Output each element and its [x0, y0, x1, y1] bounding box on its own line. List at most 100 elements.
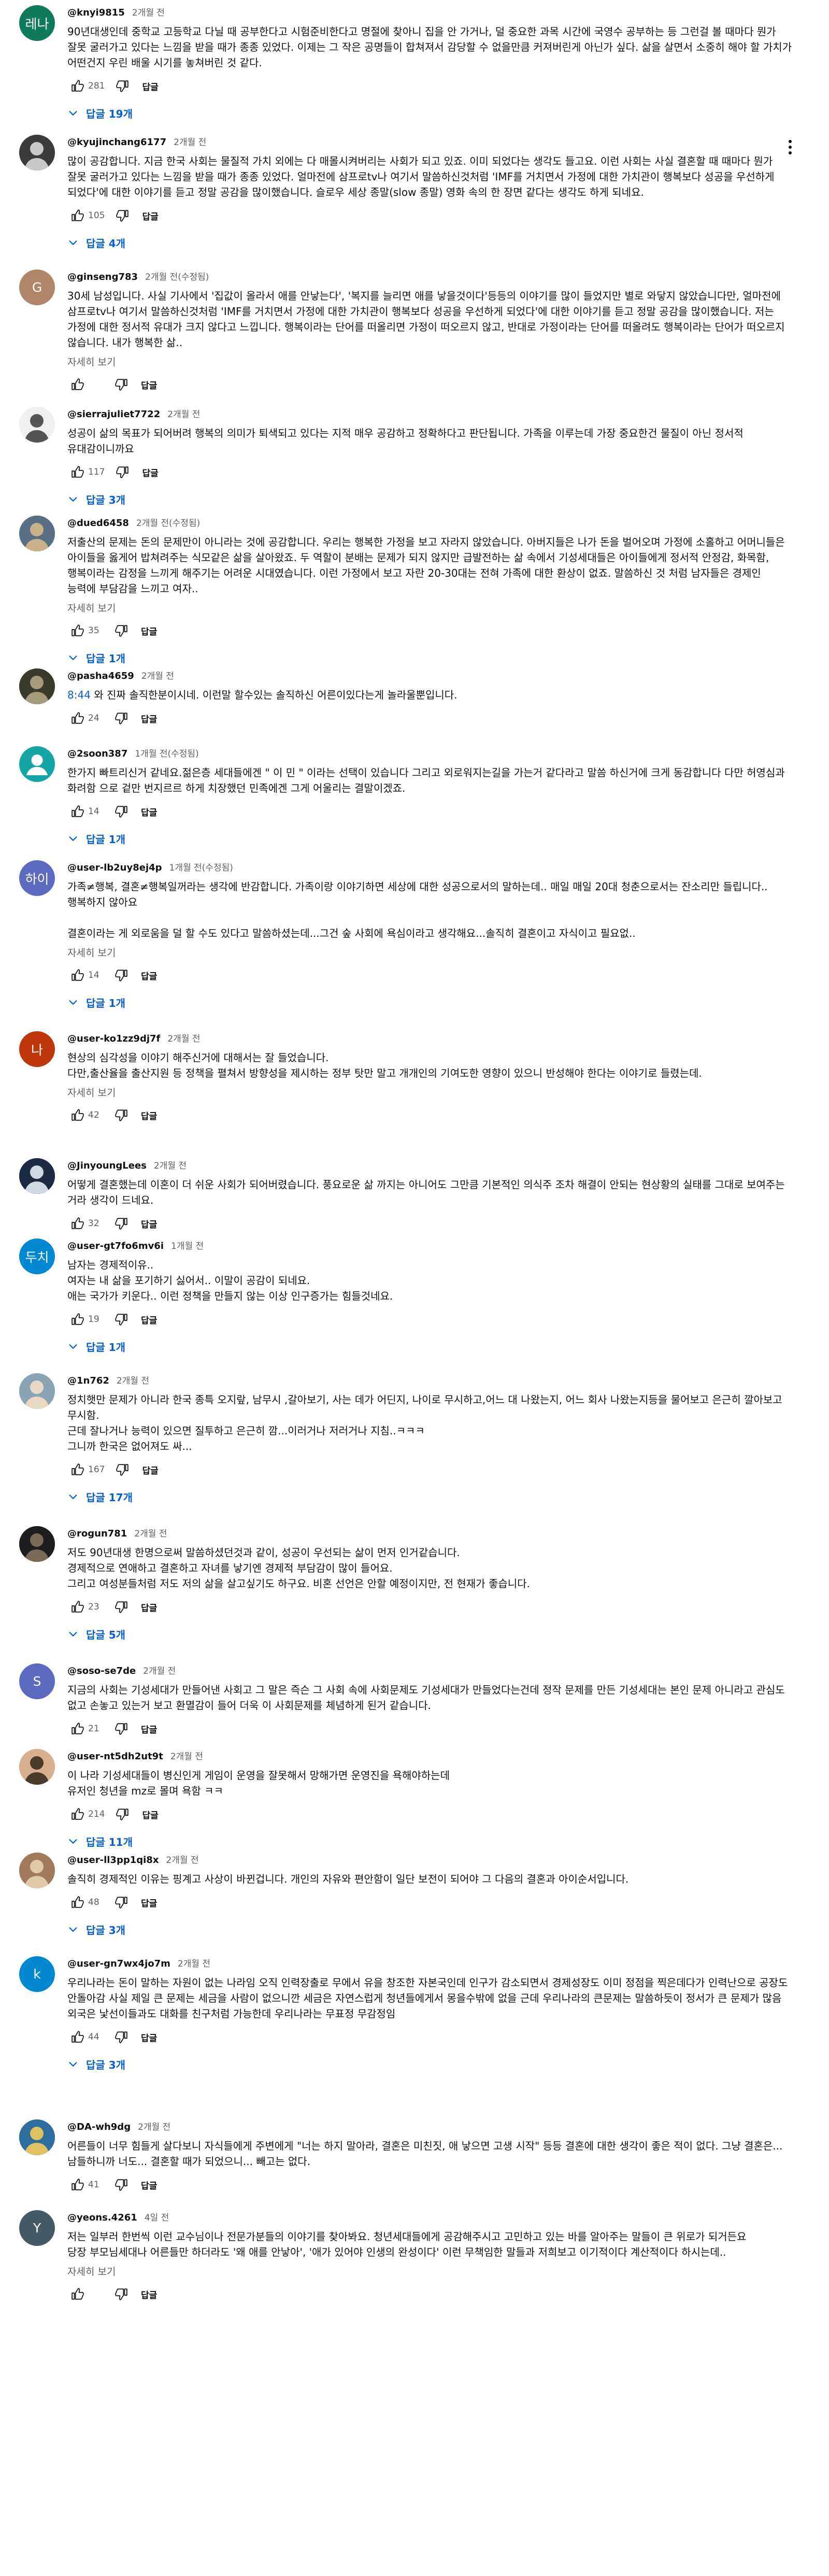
- view-replies-button[interactable]: 답글 3개: [63, 2054, 793, 2074]
- read-more-link[interactable]: 자세히 보기: [67, 2264, 793, 2279]
- view-replies-button[interactable]: 답글 1개: [63, 647, 793, 668]
- avatar[interactable]: [19, 1749, 55, 1785]
- reply-button[interactable]: 답글: [141, 378, 157, 391]
- like-button[interactable]: [67, 1459, 88, 1480]
- reply-button[interactable]: 답글: [141, 805, 157, 818]
- view-replies-button[interactable]: 답글 3개: [63, 1919, 793, 1940]
- author-handle[interactable]: @user-gn7wx4jo7m: [67, 1958, 170, 1969]
- reply-button[interactable]: 답글: [141, 969, 157, 982]
- view-replies-button[interactable]: 답글 17개: [63, 1486, 793, 1507]
- author-handle[interactable]: @pasha4659: [67, 671, 134, 681]
- like-button[interactable]: [67, 1309, 88, 1330]
- author-handle[interactable]: @user-ko1zz9dj7f: [67, 1033, 160, 1044]
- comment-time[interactable]: 2개월 전: [117, 1373, 149, 1386]
- like-button[interactable]: [67, 1105, 88, 1126]
- avatar[interactable]: 나: [19, 1031, 55, 1067]
- dislike-button[interactable]: [112, 462, 133, 482]
- like-button[interactable]: [67, 1804, 88, 1825]
- reply-button[interactable]: 답글: [141, 624, 157, 637]
- view-replies-button[interactable]: 답글 1개: [63, 1336, 793, 1357]
- avatar[interactable]: S: [19, 1663, 55, 1699]
- like-button[interactable]: [67, 1892, 88, 1913]
- dislike-button[interactable]: [111, 1309, 132, 1330]
- avatar[interactable]: [19, 516, 55, 551]
- like-button[interactable]: [67, 1597, 88, 1617]
- avatar[interactable]: [19, 1158, 55, 1194]
- author-handle[interactable]: @rogun781: [67, 1528, 127, 1539]
- comment-time[interactable]: 2개월 전: [167, 1031, 200, 1044]
- comment-time[interactable]: 1개월 전(수정됨): [135, 746, 198, 759]
- like-button[interactable]: [67, 801, 88, 822]
- comment-time[interactable]: 2개월 전: [154, 1158, 187, 1171]
- comment-time[interactable]: 2개월 전: [167, 407, 200, 420]
- comment-time[interactable]: 2개월 전: [138, 2119, 170, 2132]
- like-button[interactable]: [67, 965, 88, 986]
- author-handle[interactable]: @2soon387: [67, 748, 127, 759]
- like-button[interactable]: [67, 2284, 88, 2304]
- dislike-button[interactable]: [112, 1804, 133, 1825]
- comment-time[interactable]: 2개월 전: [178, 1956, 210, 1969]
- dislike-button[interactable]: [111, 801, 132, 822]
- view-replies-button[interactable]: 답글 1개: [63, 828, 793, 849]
- like-button[interactable]: [67, 374, 88, 395]
- reply-button[interactable]: 답글: [142, 209, 158, 222]
- read-more-link[interactable]: 자세히 보기: [67, 1085, 793, 1100]
- comment-time[interactable]: 2개월 전: [134, 1526, 167, 1539]
- like-button[interactable]: [67, 2174, 88, 2195]
- read-more-link[interactable]: 자세히 보기: [67, 945, 793, 960]
- author-handle[interactable]: @ginseng783: [67, 272, 138, 282]
- author-handle[interactable]: @soso-se7de: [67, 1666, 136, 1676]
- comment-time[interactable]: 2개월 전(수정됨): [145, 269, 209, 282]
- comment-time[interactable]: 4일 전: [145, 2210, 169, 2223]
- like-button[interactable]: [67, 205, 88, 226]
- dislike-button[interactable]: [111, 708, 132, 729]
- avatar[interactable]: [19, 746, 55, 782]
- comment-time[interactable]: 2개월 전: [166, 1853, 198, 1866]
- comment-time[interactable]: 2개월 전: [174, 135, 206, 148]
- view-replies-button[interactable]: 답글 11개: [63, 1831, 793, 1852]
- view-replies-button[interactable]: 답글 19개: [63, 103, 793, 123]
- dislike-button[interactable]: [112, 1459, 133, 1480]
- reply-button[interactable]: 답글: [141, 712, 157, 725]
- reply-button[interactable]: 답글: [141, 1723, 157, 1735]
- reply-button[interactable]: 답글: [142, 80, 158, 93]
- timestamp-link[interactable]: 8:44: [67, 689, 91, 701]
- avatar[interactable]: 하이: [19, 860, 55, 896]
- reply-button[interactable]: 답글: [141, 1109, 157, 1122]
- avatar[interactable]: k: [19, 1956, 55, 1992]
- avatar[interactable]: [19, 2119, 55, 2155]
- dislike-button[interactable]: [111, 2027, 132, 2047]
- dislike-button[interactable]: [111, 2174, 132, 2195]
- dislike-button[interactable]: [111, 1718, 132, 1739]
- avatar[interactable]: [19, 407, 55, 443]
- reply-button[interactable]: 답글: [142, 1808, 158, 1821]
- avatar[interactable]: [19, 1853, 55, 1888]
- reply-button[interactable]: 답글: [141, 1217, 157, 1230]
- dislike-button[interactable]: [111, 1105, 132, 1126]
- dislike-button[interactable]: [112, 205, 133, 226]
- comment-time[interactable]: 2개월 전: [141, 668, 174, 681]
- comment-time[interactable]: 2개월 전(수정됨): [136, 516, 200, 529]
- view-replies-button[interactable]: 답글 4개: [63, 232, 793, 253]
- avatar[interactable]: G: [19, 269, 55, 305]
- author-handle[interactable]: @sierrajuliet7722: [67, 409, 160, 420]
- comment-time[interactable]: 2개월 전: [143, 1663, 176, 1676]
- author-handle[interactable]: @user-ll3pp1qi8x: [67, 1855, 159, 1866]
- dislike-button[interactable]: [111, 2284, 132, 2304]
- reply-button[interactable]: 답글: [141, 2031, 157, 2044]
- author-handle[interactable]: @1n762: [67, 1375, 109, 1386]
- avatar[interactable]: Y: [19, 2210, 55, 2246]
- author-handle[interactable]: @dued6458: [67, 518, 129, 529]
- like-button[interactable]: [67, 76, 88, 96]
- reply-button[interactable]: 답글: [142, 466, 158, 479]
- avatar[interactable]: [19, 135, 55, 170]
- reply-button[interactable]: 답글: [141, 1896, 157, 1909]
- comment-time[interactable]: 1개월 전(수정됨): [169, 860, 233, 873]
- author-handle[interactable]: @knyi9815: [67, 7, 125, 18]
- reply-button[interactable]: 답글: [141, 1313, 157, 1326]
- avatar[interactable]: [19, 1526, 55, 1562]
- like-button[interactable]: [67, 1213, 88, 1234]
- author-handle[interactable]: @DA-wh9dg: [67, 2122, 131, 2132]
- avatar[interactable]: [19, 1373, 55, 1409]
- view-replies-button[interactable]: 답글 5개: [63, 1624, 793, 1644]
